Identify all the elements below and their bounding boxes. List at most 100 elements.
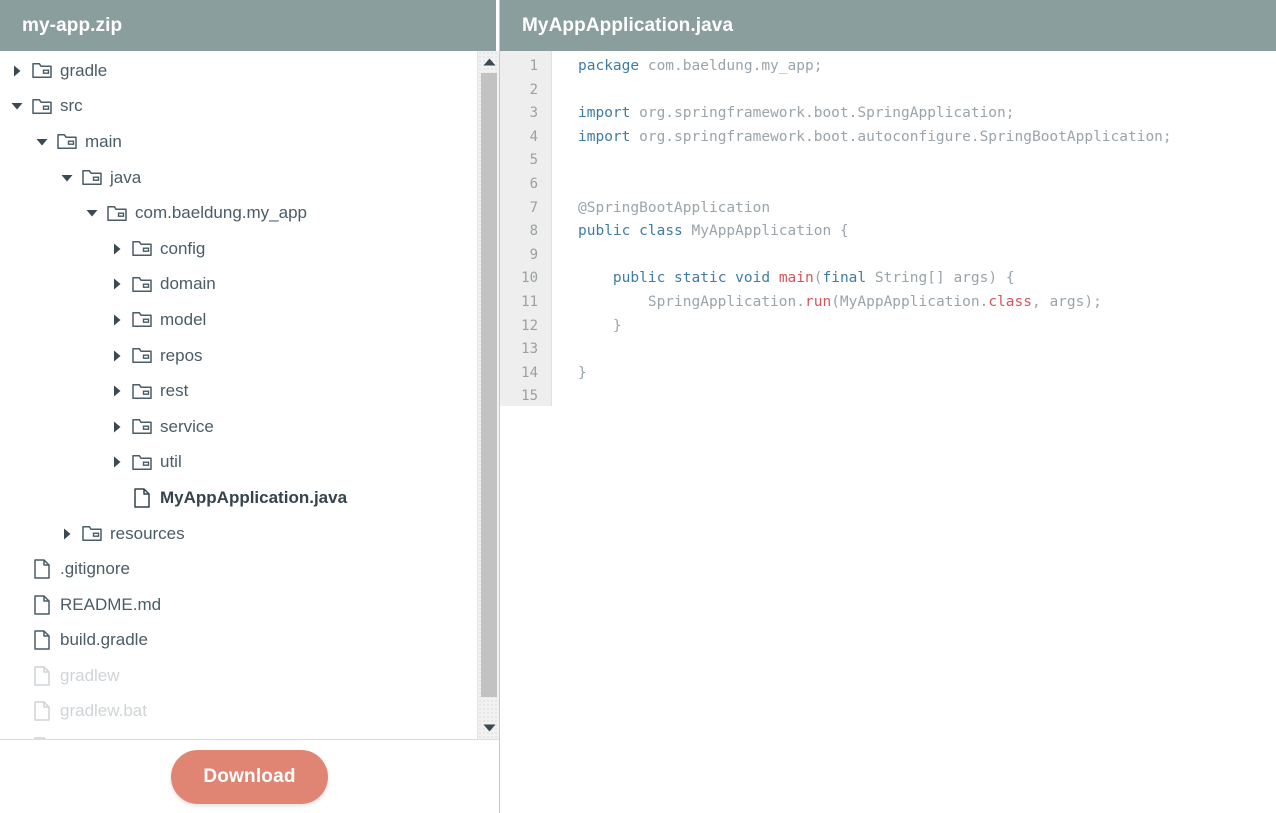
tree-item-label: service xyxy=(160,418,214,436)
file-tree-container: gradle src mainjava com.baeldung.my_appconf… xyxy=(0,51,499,739)
tree-item[interactable]: com.baeldung.my_app xyxy=(0,195,478,231)
file-tree-scroll-area[interactable]: gradle src mainjava com.baeldung.my_appconf… xyxy=(0,51,478,739)
folder-icon xyxy=(130,310,154,330)
tree-item-label: repos xyxy=(160,347,203,365)
archive-viewer-app: my-app.zip gradlesrcmainjavacom.baeldung… xyxy=(0,0,1276,813)
archive-title-bar: my-app.zip xyxy=(0,0,499,51)
code-token: } xyxy=(578,318,622,334)
file-tree-scrollbar[interactable] xyxy=(477,51,499,739)
tree-item[interactable]: gradlew xyxy=(0,658,478,694)
code-token: } xyxy=(578,365,587,381)
tree-item[interactable] xyxy=(0,729,478,739)
code-token: import xyxy=(578,105,630,121)
tree-item[interactable]: README.md xyxy=(0,587,478,623)
code-token: String[] args) { xyxy=(866,270,1014,286)
code-token: main xyxy=(779,270,814,286)
tree-item[interactable]: resources xyxy=(0,516,478,552)
folder-icon xyxy=(132,454,152,471)
tree-collapse-toggle[interactable] xyxy=(33,133,51,151)
tree-item-label: src xyxy=(60,97,83,115)
tree-item[interactable]: service xyxy=(0,409,478,445)
code-token: static xyxy=(674,270,726,286)
tree-item-label: MyAppApplication.java xyxy=(160,489,347,507)
tree-item[interactable]: util xyxy=(0,445,478,481)
tree-expand-toggle[interactable] xyxy=(108,453,126,471)
code-line xyxy=(578,173,1276,197)
folder-icon xyxy=(130,346,154,366)
tree-item[interactable]: model xyxy=(0,302,478,338)
tree-expand-toggle[interactable] xyxy=(108,418,126,436)
tree-item[interactable]: src xyxy=(0,89,478,125)
code-token: import xyxy=(578,129,630,145)
scroll-down-button[interactable] xyxy=(478,717,499,739)
tree-item-label: gradlew xyxy=(60,667,120,685)
tree-item[interactable]: java xyxy=(0,160,478,196)
tree-collapse-toggle[interactable] xyxy=(83,204,101,222)
tree-item[interactable]: domain xyxy=(0,267,478,303)
file-icon xyxy=(30,559,54,579)
tree-item[interactable]: build.gradle xyxy=(0,623,478,659)
line-number: 11 xyxy=(500,291,551,315)
code-token: final xyxy=(822,270,866,286)
folder-icon xyxy=(130,381,154,401)
tree-item-label: gradlew.bat xyxy=(60,702,147,720)
folder-icon xyxy=(32,62,52,79)
code-token: run xyxy=(805,294,831,310)
tree-expand-toggle[interactable] xyxy=(108,311,126,329)
folder-icon xyxy=(130,239,154,259)
tree-item[interactable]: config xyxy=(0,231,478,267)
folder-icon xyxy=(132,383,152,400)
tree-collapse-toggle[interactable] xyxy=(8,97,26,115)
code-line xyxy=(578,149,1276,173)
file-icon xyxy=(130,488,154,508)
folder-icon xyxy=(132,240,152,257)
line-number: 10 xyxy=(500,267,551,291)
code-line xyxy=(578,338,1276,362)
code-token: package xyxy=(578,58,639,74)
tree-collapse-toggle[interactable] xyxy=(58,169,76,187)
scroll-up-button[interactable] xyxy=(478,51,499,73)
tree-item[interactable]: MyAppApplication.java xyxy=(0,480,478,516)
chevron-right-icon xyxy=(113,278,121,290)
tree-item-label: rest xyxy=(160,382,188,400)
code-editor[interactable]: 123456789101112131415 package com.baeldu… xyxy=(500,51,1276,813)
file-icon xyxy=(34,701,50,721)
file-icon xyxy=(34,630,50,650)
tree-item[interactable]: .gitignore xyxy=(0,551,478,587)
tree-item[interactable]: gradlew.bat xyxy=(0,694,478,730)
file-preview-title: MyAppApplication.java xyxy=(522,15,733,37)
code-token xyxy=(726,270,735,286)
tree-item-label: com.baeldung.my_app xyxy=(135,204,307,222)
code-line: package com.baeldung.my_app; xyxy=(578,55,1276,79)
code-line: import org.springframework.boot.autoconf… xyxy=(578,126,1276,150)
tree-item-label: build.gradle xyxy=(60,631,148,649)
tree-expand-toggle[interactable] xyxy=(108,240,126,258)
file-icon xyxy=(34,595,50,615)
tree-item[interactable]: repos xyxy=(0,338,478,374)
tree-item[interactable]: gradle xyxy=(0,53,478,89)
chevron-down-icon xyxy=(61,174,73,182)
code-line: public static void main(final String[] a… xyxy=(578,267,1276,291)
code-token xyxy=(630,223,639,239)
folder-icon xyxy=(57,133,77,150)
tree-caret-placeholder xyxy=(8,667,26,685)
tree-item[interactable]: rest xyxy=(0,373,478,409)
triangle-down-icon xyxy=(483,724,496,732)
tree-item-label: model xyxy=(160,311,206,329)
tree-item-label: gradle xyxy=(60,62,107,80)
chevron-right-icon xyxy=(113,243,121,255)
code-token xyxy=(770,270,779,286)
tree-expand-toggle[interactable] xyxy=(108,347,126,365)
scrollbar-thumb[interactable] xyxy=(481,73,497,697)
tree-item[interactable]: main xyxy=(0,124,478,160)
tree-expand-toggle[interactable] xyxy=(8,62,26,80)
code-content[interactable]: package com.baeldung.my_app; import org.… xyxy=(552,51,1276,813)
tree-expand-toggle[interactable] xyxy=(108,382,126,400)
folder-icon xyxy=(32,98,52,115)
download-button[interactable]: Download xyxy=(171,750,327,804)
tree-expand-toggle[interactable] xyxy=(58,525,76,543)
line-number: 3 xyxy=(500,102,551,126)
tree-expand-toggle[interactable] xyxy=(108,275,126,293)
code-token: class xyxy=(988,294,1032,310)
line-number-gutter: 123456789101112131415 xyxy=(500,51,552,406)
